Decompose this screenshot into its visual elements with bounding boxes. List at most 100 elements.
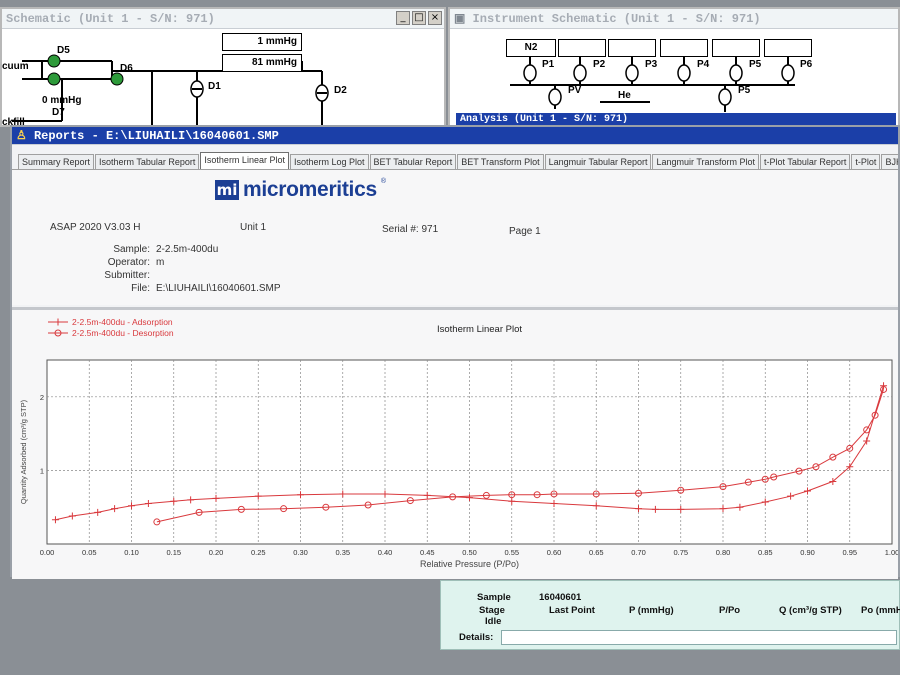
x-tick-label: 0.75 bbox=[673, 548, 688, 557]
instrument-schematic-title[interactable]: ▣ Instrument Schematic (Unit 1 - S/N: 97… bbox=[450, 9, 898, 29]
x-tick-label: 0.55 bbox=[504, 548, 519, 557]
he-label: He bbox=[618, 90, 631, 101]
legend-marker-plus bbox=[54, 318, 62, 326]
valve-label-d7: D7 bbox=[52, 107, 65, 118]
x-axis-label: Relative Pressure (P/Po) bbox=[420, 559, 519, 569]
port-label-p3: P3 bbox=[645, 59, 658, 70]
port-label-p5: P5 bbox=[749, 59, 762, 70]
x-tick-label: 0.80 bbox=[716, 548, 731, 557]
y-axis-label: Quantity Adsorbed (cm³/g STP) bbox=[19, 399, 28, 504]
saturation-pressure-column-header: Po (mmH bbox=[861, 605, 900, 616]
plot-area: 0.00 0.05 0.10 0.15 0.20 0.25 0.30 0.35 0.40 0.45… bbox=[12, 307, 898, 579]
schematic-window[interactable]: Schematic (Unit 1 - S/N: 971) _ □ × 1 mm… bbox=[0, 7, 446, 128]
port-box-3 bbox=[660, 39, 708, 57]
status-sample-value: 16040601 bbox=[539, 592, 582, 603]
operator-label: Operator: bbox=[107, 257, 150, 268]
x-tick-label: 0.05 bbox=[82, 548, 97, 557]
x-tick-label: 0.95 bbox=[842, 548, 857, 557]
x-tick-label: 0.45 bbox=[420, 548, 435, 557]
n2-box: N2 bbox=[506, 39, 556, 57]
port-box-2 bbox=[608, 39, 656, 57]
details-field[interactable] bbox=[501, 630, 897, 645]
tab-bet-tabular-report[interactable]: BET Tabular Report bbox=[369, 154, 457, 169]
x-tick-label: 1.00 bbox=[885, 548, 898, 557]
unit-label: Unit 1 bbox=[240, 222, 267, 233]
x-tick-label: 0.00 bbox=[40, 548, 55, 557]
zero-pressure-label: 0 mmHg bbox=[42, 95, 82, 106]
x-tick-label: 0.25 bbox=[251, 548, 266, 557]
y-tick-label: 1 bbox=[40, 466, 44, 475]
pv-label: PV bbox=[568, 85, 582, 96]
chart-title: Isotherm Linear Plot bbox=[437, 324, 522, 335]
y-tick-label: 2 bbox=[40, 393, 44, 402]
vacuum-label: cuum bbox=[2, 61, 29, 72]
isotherm-linear-plot-chart: 0.00 0.05 0.10 0.15 0.20 0.25 0.30 0.35 0.40 0.45… bbox=[19, 317, 898, 569]
valve-label-d5: D5 bbox=[57, 45, 70, 56]
tab-bjh[interactable]: BJH A bbox=[881, 154, 898, 169]
tab-langmuir-tabular-report[interactable]: Langmuir Tabular Report bbox=[544, 154, 652, 169]
pressure-readout-2: 81 mmHg bbox=[222, 54, 302, 72]
system-menu-icon[interactable]: ▣ bbox=[454, 12, 473, 26]
legend-label: 2-2.5m-400du - Desorption bbox=[72, 328, 174, 338]
reports-window[interactable]: ♙ Reports - E:\LIUHAILI\16040601.SMP Sum… bbox=[10, 125, 900, 579]
x-tick-label: 0.65 bbox=[589, 548, 604, 557]
status-sample-label: Sample bbox=[477, 592, 511, 603]
valve-label-d6: D6 bbox=[120, 63, 133, 74]
tab-isotherm-log-plot[interactable]: Isotherm Log Plot bbox=[289, 154, 369, 169]
valve-label-d1: D1 bbox=[208, 81, 221, 92]
tab-langmuir-transform-plot[interactable]: Langmuir Transform Plot bbox=[652, 154, 760, 169]
x-tick-label: 0.85 bbox=[758, 548, 773, 557]
logo-text: micromeritics bbox=[243, 178, 377, 201]
tab-isotherm-linear-plot[interactable]: Isotherm Linear Plot bbox=[200, 152, 289, 169]
x-tick-label: 0.50 bbox=[462, 548, 477, 557]
tab-t-plot-tabular-report[interactable]: t-Plot Tabular Report bbox=[760, 154, 851, 169]
tab-summary-report[interactable]: Summary Report bbox=[18, 154, 95, 169]
pressure-column-header: P (mmHg) bbox=[629, 605, 674, 616]
instrument-schematic-diagram bbox=[510, 57, 795, 112]
status-stage-value: Idle bbox=[485, 616, 502, 627]
x-tick-label: 0.35 bbox=[335, 548, 350, 557]
port-label-p6: P6 bbox=[800, 59, 813, 70]
relative-pressure-column-header: P/Po bbox=[719, 605, 741, 616]
minimize-button[interactable]: _ bbox=[396, 11, 410, 25]
operator-value: m bbox=[156, 257, 165, 268]
maximize-button[interactable]: □ bbox=[412, 11, 426, 25]
submitter-label: Submitter: bbox=[104, 270, 150, 281]
sample-value: 2-2.5m-400du bbox=[156, 244, 219, 255]
x-tick-label: 0.10 bbox=[124, 548, 139, 557]
sample-label: Sample: bbox=[113, 244, 150, 255]
port-label-p1: P1 bbox=[542, 59, 555, 70]
port-label-p4: P4 bbox=[697, 59, 710, 70]
port-box-1 bbox=[558, 39, 606, 57]
x-tick-label: 0.20 bbox=[209, 548, 224, 557]
status-stage-label: Stage bbox=[479, 605, 505, 616]
instrument-schematic-title-text: Instrument Schematic (Unit 1 - S/N: 971) bbox=[472, 12, 761, 26]
instrument-schematic-window[interactable]: ▣ Instrument Schematic (Unit 1 - S/N: 97… bbox=[448, 7, 900, 127]
last-point-header: Last Point bbox=[549, 605, 595, 616]
reports-window-title[interactable]: ♙ Reports - E:\LIUHAILI\16040601.SMP bbox=[12, 127, 898, 145]
micromeritics-logo: mi micromeritics ® bbox=[215, 178, 386, 202]
close-button[interactable]: × bbox=[428, 11, 442, 25]
page-number: Page 1 bbox=[509, 226, 541, 237]
reports-app-icon[interactable]: ♙ bbox=[16, 129, 34, 143]
x-tick-label: 0.60 bbox=[547, 548, 562, 557]
x-tick-label: 0.40 bbox=[378, 548, 393, 557]
tab-isotherm-tabular-report[interactable]: Isotherm Tabular Report bbox=[95, 154, 200, 169]
port-box-4 bbox=[712, 39, 760, 57]
quantity-column-header: Q (cm³/g STP) bbox=[779, 605, 842, 616]
file-value: E:\LIUHAILI\16040601.SMP bbox=[156, 283, 281, 294]
tab-t-plot[interactable]: t-Plot bbox=[851, 154, 881, 169]
registered-mark-icon: ® bbox=[380, 178, 387, 185]
schematic-window-title[interactable]: Schematic (Unit 1 - S/N: 971) bbox=[2, 9, 444, 29]
valve-label-d2: D2 bbox=[334, 85, 347, 96]
details-label: Details: bbox=[459, 632, 494, 643]
pressure-readout-1: 1 mmHg bbox=[222, 33, 302, 51]
tab-bet-transform-plot[interactable]: BET Transform Plot bbox=[457, 154, 544, 169]
file-label: File: bbox=[131, 283, 150, 294]
p5-lower-label: P5 bbox=[738, 85, 751, 96]
schematic-window-controls: _ □ × bbox=[396, 11, 442, 25]
port-label-p2: P2 bbox=[593, 59, 606, 70]
analysis-status-panel: Sample 16040601 Stage Idle Last Point P … bbox=[440, 580, 900, 650]
x-tick-label: 0.70 bbox=[631, 548, 646, 557]
report-tabs: Summary Report Isotherm Tabular Report I… bbox=[18, 151, 898, 169]
